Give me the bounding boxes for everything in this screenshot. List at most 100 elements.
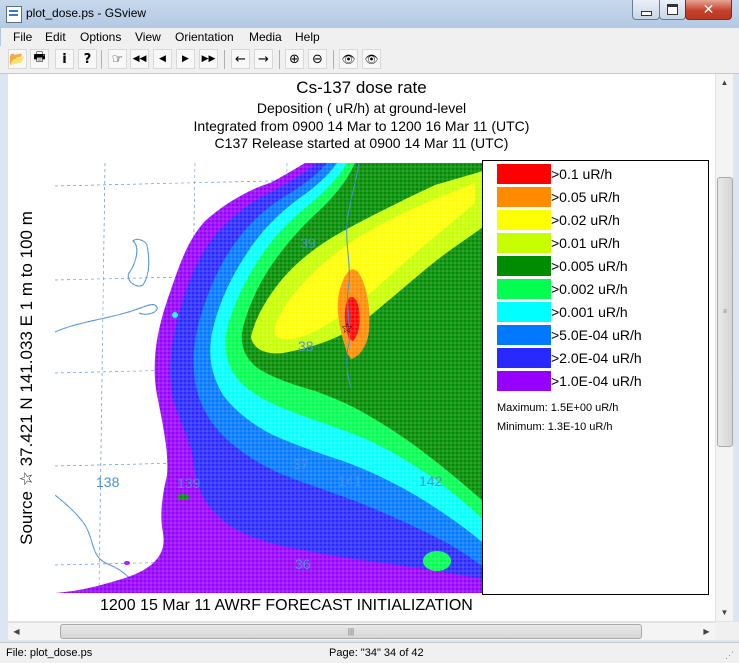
prev-page-icon: ◀ — [159, 54, 166, 64]
open-button[interactable]: 📂 — [8, 49, 27, 69]
scroll-up-arrow-icon[interactable]: ▲ — [716, 74, 733, 91]
menu-help[interactable]: Help — [295, 30, 320, 44]
plot-subtitle-3: C137 Release started at 0900 14 Mar 11 (… — [214, 135, 509, 151]
legend-label: >1.0E-04 uR/h — [551, 373, 642, 389]
vertical-scroll-thumb[interactable]: ≡ — [717, 177, 733, 447]
status-file: File: plot_dose.ps — [6, 647, 93, 659]
back-button[interactable]: ← — [231, 49, 250, 69]
legend-label: >5.0E-04 uR/h — [551, 327, 642, 343]
find-next-icon: 👁 — [364, 52, 379, 66]
scroll-down-arrow-icon[interactable]: ▼ — [716, 604, 733, 621]
maximize-icon — [667, 4, 678, 15]
menu-edit[interactable]: Edit — [45, 30, 66, 44]
zoom-out-icon: ⊖ — [312, 51, 323, 67]
app-icon — [6, 6, 22, 23]
legend-label: >0.02 uR/h — [551, 212, 620, 228]
scroll-right-arrow-icon[interactable]: ▶ — [698, 623, 715, 640]
find-icon: 👁 — [341, 52, 356, 66]
vertical-scrollbar[interactable]: ▲ ≡ ▼ — [715, 74, 733, 621]
open-icon: 📂 — [9, 51, 26, 67]
document-viewport[interactable]: Cs-137 dose rate Deposition ( uR/h) at g… — [8, 74, 715, 621]
source-star-icon: ☆ — [341, 321, 354, 337]
print-button[interactable]: 🖶 — [30, 49, 49, 69]
zoom-in-button[interactable]: ⊕ — [285, 49, 304, 69]
first-page-button[interactable]: ◀◀ — [130, 49, 149, 69]
status-bar: File: plot_dose.ps Page: "34" 34 of 42 ⋰ — [0, 642, 739, 663]
menu-bar: File Edit Options View Orientation Media… — [0, 28, 739, 46]
last-page-button[interactable]: ▶▶ — [199, 49, 218, 69]
legend: >0.1 uR/h >0.05 uR/h >0.02 uR/h >0.01 uR… — [482, 160, 709, 595]
toolbar-separator — [279, 50, 280, 69]
legend-swatch — [497, 256, 551, 276]
source-label: Source ☆ 37.421 N 141.033 E 1 m to 100 m — [17, 211, 36, 545]
close-button[interactable]: ✕ — [685, 0, 732, 20]
lon-label-138: 138 — [96, 474, 120, 490]
plot-subtitle-2: Integrated from 0900 14 Mar to 1200 16 M… — [193, 118, 530, 134]
legend-swatch — [497, 348, 551, 368]
toolbar-separator — [333, 50, 334, 69]
legend-swatch — [497, 279, 551, 299]
menu-options[interactable]: Options — [80, 30, 121, 44]
plot-subtitle-1: Deposition ( uR/h) at ground-level — [256, 100, 467, 116]
toolbar-separator — [224, 50, 225, 69]
menu-file[interactable]: File — [13, 30, 32, 44]
title-bar: plot_dose.ps - GSview ✕ — [0, 0, 739, 28]
back-icon: ← — [235, 51, 246, 67]
scroll-corner — [715, 622, 739, 640]
legend-label: >0.05 uR/h — [551, 189, 620, 205]
menu-view[interactable]: View — [135, 30, 161, 44]
lon-label-142: 142 — [419, 473, 443, 489]
find-next-button[interactable]: 👁 — [362, 49, 381, 69]
dose-map: ☆ 39 38 37 36 35 138 139 141 142 — [55, 163, 483, 593]
status-page: Page: "34" 34 of 42 — [329, 647, 424, 659]
find-button[interactable]: 👁 — [339, 49, 358, 69]
last-page-icon: ▶▶ — [201, 54, 216, 64]
toolbar-separator — [101, 50, 102, 69]
maximize-button[interactable] — [659, 0, 686, 20]
zoom-out-button[interactable]: ⊖ — [308, 49, 327, 69]
scroll-left-arrow-icon[interactable]: ◀ — [8, 623, 25, 640]
horizontal-scroll-thumb[interactable]: ||| — [60, 624, 642, 639]
first-page-icon: ◀◀ — [132, 54, 147, 64]
legend-swatch — [497, 187, 551, 207]
help-button[interactable]: ? — [78, 49, 97, 69]
help-icon: ? — [83, 51, 92, 67]
forward-button[interactable]: → — [254, 49, 273, 69]
minimum-value: Minimum: 1.3E-10 uR/h — [497, 421, 613, 433]
toolbar: 📂 🖶 i ? ☞ ◀◀ ◀ ▶ ▶▶ ← → ⊕ ⊖ 👁 👁 — [0, 46, 739, 74]
lat-label-39: 39 — [300, 235, 316, 251]
goto-page-button[interactable]: ☞ — [108, 49, 127, 69]
forward-icon: → — [258, 51, 269, 67]
prev-page-button[interactable]: ◀ — [153, 49, 172, 69]
close-icon: ✕ — [702, 1, 715, 18]
legend-label: >2.0E-04 uR/h — [551, 350, 642, 366]
minimize-button[interactable] — [632, 0, 660, 20]
maximum-value: Maximum: 1.5E+00 uR/h — [497, 402, 619, 414]
legend-swatch — [497, 325, 551, 345]
next-page-button[interactable]: ▶ — [176, 49, 195, 69]
legend-swatch — [497, 233, 551, 253]
horizontal-scrollbar[interactable]: ◀ ||| ▶ — [8, 622, 715, 640]
legend-label: >0.002 uR/h — [551, 281, 628, 297]
legend-swatch — [497, 164, 551, 184]
legend-swatch — [497, 371, 551, 391]
window-title: plot_dose.ps - GSview — [26, 6, 147, 20]
menu-media[interactable]: Media — [249, 30, 282, 44]
print-icon: 🖶 — [33, 50, 46, 65]
info-icon: i — [62, 51, 67, 67]
gsview-window: plot_dose.ps - GSview ✕ File Edit Option… — [0, 0, 739, 663]
legend-label: >0.001 uR/h — [551, 304, 628, 320]
lat-label-38: 38 — [298, 338, 314, 354]
goto-page-icon: ☞ — [111, 51, 124, 67]
plot-footer: 1200 15 Mar 11 AWRF FORECAST INITIALIZAT… — [100, 597, 473, 614]
zoom-in-icon: ⊕ — [289, 51, 300, 67]
lon-label-141: 141 — [338, 473, 362, 489]
lat-label-36: 36 — [295, 556, 311, 572]
scroll-grip: ||| — [347, 627, 355, 636]
legend-swatch — [497, 302, 551, 322]
legend-label: >0.005 uR/h — [551, 258, 628, 274]
resize-grip-icon[interactable]: ⋰ — [725, 650, 737, 662]
info-button[interactable]: i — [55, 49, 74, 69]
minimize-icon — [640, 10, 652, 16]
menu-orientation[interactable]: Orientation — [175, 30, 234, 44]
